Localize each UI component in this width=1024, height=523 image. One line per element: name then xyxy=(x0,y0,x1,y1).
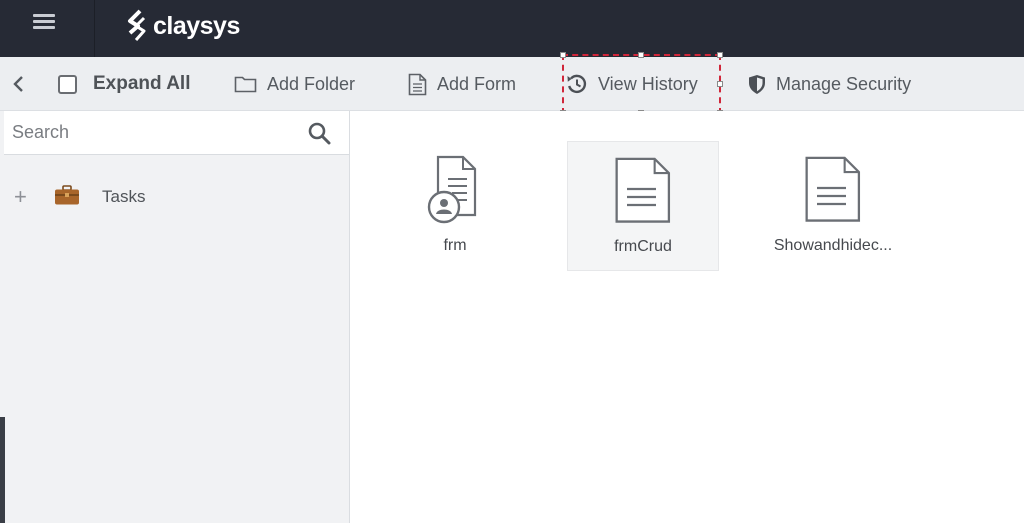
user-form-icon xyxy=(427,155,477,224)
menu-button[interactable] xyxy=(0,0,95,57)
folder-icon xyxy=(234,76,257,93)
expand-all-checkbox[interactable] xyxy=(58,74,77,94)
document-icon xyxy=(805,156,861,222)
search-input[interactable]: Search xyxy=(4,111,349,155)
resize-handle xyxy=(717,52,723,58)
toolbar: Expand All Add Folder Add Form View Hist… xyxy=(0,57,1024,111)
form-tile-frm[interactable]: frm xyxy=(379,141,531,271)
selection-highlight xyxy=(560,52,723,116)
add-folder-label: Add Folder xyxy=(267,73,356,94)
search-button[interactable] xyxy=(307,121,331,150)
add-form-icon xyxy=(408,73,427,95)
form-name: frm xyxy=(443,237,467,254)
sidebar: Search + Tasks xyxy=(0,111,350,523)
top-bar: claysys xyxy=(0,0,1024,57)
expand-icon[interactable]: + xyxy=(14,184,40,210)
expand-all-toggle[interactable]: Expand All xyxy=(58,57,190,111)
form-name: frmCrud xyxy=(614,238,672,255)
add-form-button[interactable]: Add Form xyxy=(408,57,516,111)
manage-security-button[interactable]: Manage Security xyxy=(748,57,911,111)
resize-handle xyxy=(638,52,644,58)
manage-security-label: Manage Security xyxy=(776,73,912,94)
document-icon xyxy=(615,157,671,223)
search-placeholder: Search xyxy=(12,122,70,142)
forms-grid: frm frmCrud Showandhidec... xyxy=(351,111,1024,523)
add-form-label: Add Form xyxy=(437,73,517,94)
form-tile-showandhide[interactable]: Showandhidec... xyxy=(757,141,909,271)
briefcase-icon xyxy=(54,184,80,211)
search-icon xyxy=(308,122,331,145)
tree-item-tasks[interactable]: + Tasks xyxy=(14,183,145,211)
hamburger-line xyxy=(33,26,55,29)
claysys-logo-icon xyxy=(128,9,146,41)
form-name: Showandhidec... xyxy=(773,237,893,254)
resize-handle xyxy=(717,81,723,87)
shield-icon xyxy=(749,74,765,94)
back-button[interactable] xyxy=(12,57,26,111)
panel-edge xyxy=(0,417,5,523)
hamburger-line xyxy=(33,14,55,17)
tree-item-label: Tasks xyxy=(102,187,146,206)
chevron-left-icon xyxy=(13,76,23,92)
brand-name: claysys xyxy=(153,11,240,40)
expand-all-label: Expand All xyxy=(93,73,191,94)
add-folder-button[interactable]: Add Folder xyxy=(234,57,355,111)
brand-logo[interactable]: claysys xyxy=(124,6,240,46)
resize-handle xyxy=(560,52,566,58)
hamburger-line xyxy=(33,20,55,23)
form-tile-frmcrud[interactable]: frmCrud xyxy=(567,141,719,271)
